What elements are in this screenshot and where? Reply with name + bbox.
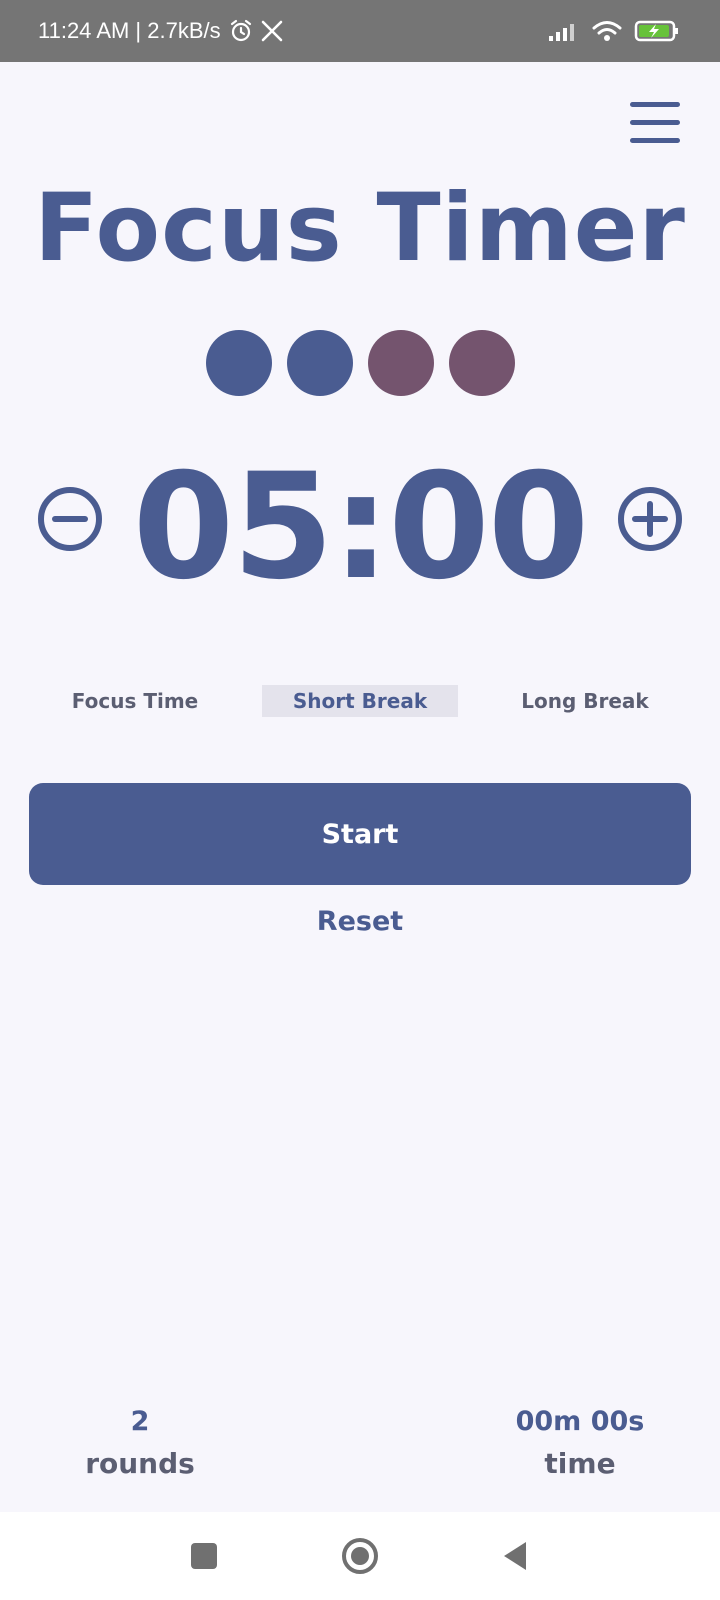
- battery-charging-icon: [634, 20, 678, 42]
- plus-circle-icon[interactable]: [616, 485, 684, 553]
- recents-square-icon[interactable]: [184, 1536, 224, 1576]
- rounds-label: rounds: [85, 1447, 195, 1480]
- alarm-icon: [230, 19, 251, 42]
- status-bar: 11:24 AM | 2.7kB/s: [0, 0, 720, 62]
- time-label: time: [544, 1447, 616, 1480]
- time-value: 00m 00s: [515, 1406, 645, 1437]
- system-nav-bar: [0, 1512, 720, 1600]
- page-title: Focus Timer: [34, 174, 686, 283]
- timer-display: 05:00: [132, 442, 590, 612]
- round-indicator-1: [205, 330, 272, 396]
- hamburger-menu-icon[interactable]: [630, 100, 680, 146]
- tab-short-break[interactable]: Short Break: [262, 685, 458, 717]
- time-stat: 00m 00s time: [460, 1402, 700, 1486]
- start-button[interactable]: Start: [29, 783, 691, 885]
- reset-button[interactable]: Reset: [260, 900, 460, 944]
- minus-circle-icon[interactable]: [36, 485, 104, 553]
- rounds-stat: 2 rounds: [20, 1402, 260, 1486]
- wifi-icon: [592, 21, 622, 41]
- mode-tabs: Focus Time Short Break Long Break: [0, 685, 720, 719]
- x-logo-icon: [261, 20, 282, 42]
- signal-icon: [549, 24, 574, 41]
- focus-timer-screen: Focus Timer 05:00 Focus Time Short Break…: [0, 62, 720, 1512]
- status-time: 11:24 AM | 2.7kB/s: [38, 18, 221, 43]
- timer-row: 05:00: [0, 442, 720, 612]
- home-circle-icon[interactable]: [340, 1536, 380, 1576]
- rounds-value: 2: [130, 1406, 150, 1437]
- round-indicator-3: [367, 330, 434, 396]
- round-indicator-2: [286, 330, 353, 396]
- round-indicator-4: [448, 330, 515, 396]
- back-triangle-icon[interactable]: [496, 1536, 536, 1576]
- round-indicators: [0, 330, 720, 396]
- tab-focus-time[interactable]: Focus Time: [40, 685, 230, 717]
- tab-long-break[interactable]: Long Break: [490, 685, 680, 717]
